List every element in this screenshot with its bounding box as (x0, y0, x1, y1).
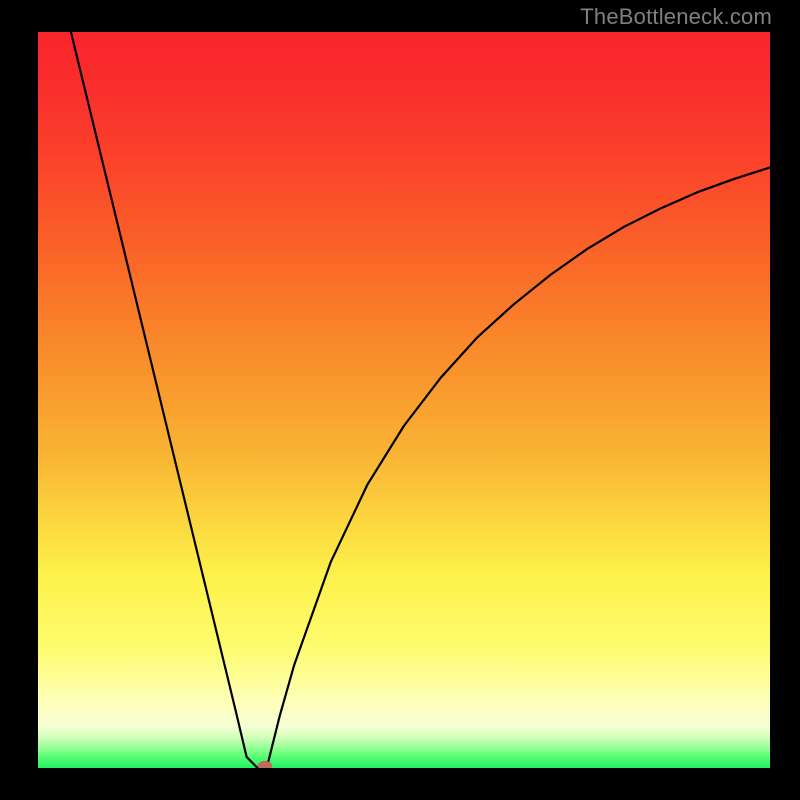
watermark-text: TheBottleneck.com (580, 4, 772, 30)
optimum-marker-icon (258, 761, 272, 768)
bottleneck-curve-svg (38, 32, 770, 768)
chart-frame: TheBottleneck.com (0, 0, 800, 800)
plot-area (38, 32, 770, 768)
bottleneck-curve-line (71, 32, 770, 768)
